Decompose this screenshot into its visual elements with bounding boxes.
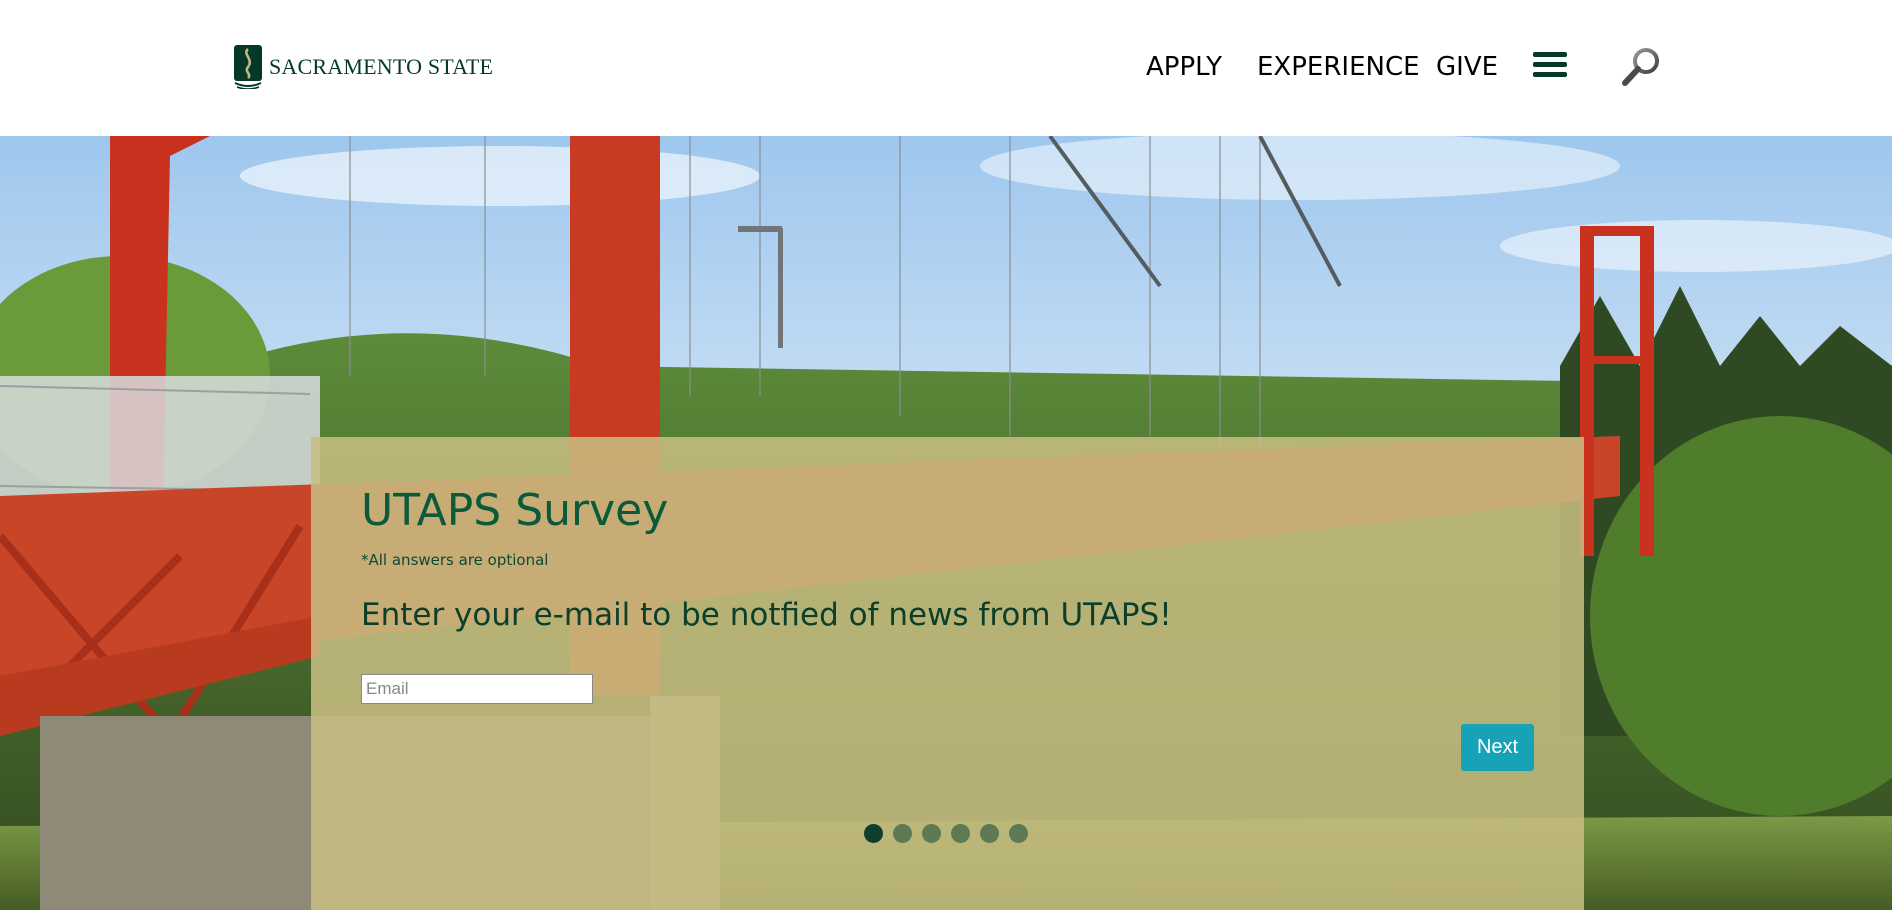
survey-title: UTAPS Survey: [361, 485, 669, 536]
pagination-dot-1[interactable]: [864, 824, 883, 843]
nav-give-link[interactable]: GIVE: [1436, 52, 1498, 82]
pagination-dot-3[interactable]: [922, 824, 941, 843]
nav-experience-link[interactable]: EXPERIENCE: [1257, 52, 1420, 82]
hamburger-menu-icon[interactable]: [1533, 52, 1567, 82]
search-icon[interactable]: [1621, 46, 1661, 88]
pagination-dot-6[interactable]: [1009, 824, 1028, 843]
email-input[interactable]: [361, 674, 593, 704]
survey-question: Enter your e-mail to be notfied of news …: [361, 597, 1172, 633]
survey-pagination: [864, 824, 1038, 844]
pagination-dot-4[interactable]: [951, 824, 970, 843]
next-button[interactable]: Next: [1461, 724, 1534, 771]
pagination-dot-2[interactable]: [893, 824, 912, 843]
pagination-dot-5[interactable]: [980, 824, 999, 843]
hero-background: UTAPS Survey *All answers are optional E…: [0, 136, 1892, 910]
site-header: SACRAMENTO STATE APPLY EXPERIENCE GIVE: [0, 0, 1892, 136]
logo-mark-icon: [234, 45, 262, 89]
sacramento-state-logo[interactable]: SACRAMENTO STATE: [234, 44, 493, 90]
nav-apply-link[interactable]: APPLY: [1146, 52, 1222, 82]
logo-text: SACRAMENTO STATE: [269, 54, 494, 79]
survey-optional-note: *All answers are optional: [361, 551, 549, 569]
survey-panel: UTAPS Survey *All answers are optional E…: [311, 437, 1584, 910]
